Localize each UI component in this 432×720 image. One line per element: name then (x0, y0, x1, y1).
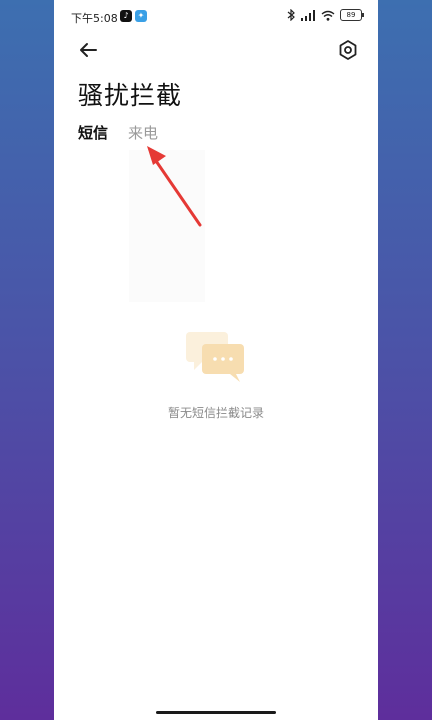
tab-calls[interactable]: 来电 (128, 122, 158, 143)
bluetooth-icon (287, 9, 295, 21)
home-indicator[interactable] (156, 711, 276, 714)
message-bubbles-icon (186, 332, 244, 382)
status-time: 下午5:08 (71, 12, 118, 25)
settings-button[interactable] (336, 38, 360, 62)
app-icon: ✦ (135, 10, 147, 22)
page-title: 骚扰拦截 (78, 81, 183, 110)
system-status-icons: 89 (287, 9, 364, 21)
battery-level: 89 (346, 11, 356, 19)
back-button[interactable] (76, 38, 100, 62)
wifi-icon (321, 10, 335, 21)
arrow-left-icon (80, 43, 97, 57)
tiktok-icon: ♪ (120, 10, 132, 22)
settings-icon (339, 40, 357, 60)
empty-state-text: 暂无短信拦截记录 (167, 406, 264, 420)
tab-sms[interactable]: 短信 (78, 122, 108, 143)
background-panel (129, 150, 205, 302)
battery-icon: 89 (340, 9, 364, 21)
tab-bar: 短信 来电 (78, 122, 158, 143)
phone-screen: 下午5:08 ♪ ✦ 89 骚扰拦截 短信 来电 暂无短信拦截记录 (54, 0, 378, 720)
status-bar: 下午5:08 ♪ ✦ 89 (54, 0, 378, 34)
signal-icon (301, 9, 315, 21)
